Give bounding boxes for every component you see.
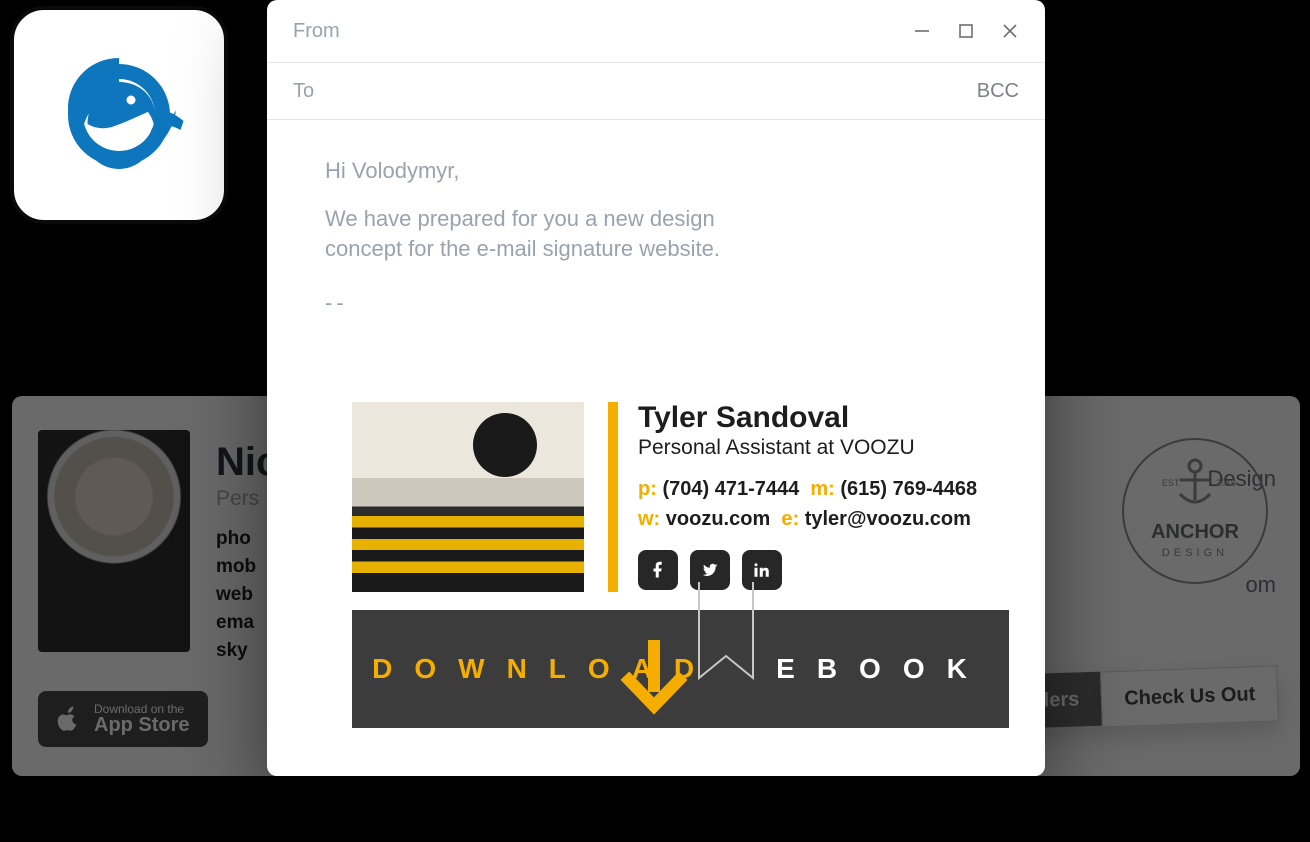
to-label: To: [293, 80, 314, 103]
compose-header: From: [267, 0, 1045, 63]
cta-button-light[interactable]: Check Us Out: [1100, 665, 1279, 727]
apple-icon: [56, 704, 82, 734]
logo-sub: DESIGN: [1162, 547, 1228, 559]
appstore-bottom: App Store: [94, 715, 190, 735]
banner-word-right: EBOOK: [776, 653, 989, 685]
email-signature: Tyler Sandoval Personal Assistant at VOO…: [352, 402, 1009, 592]
to-row[interactable]: To BCC: [267, 63, 1045, 120]
logo-year: 2019: [1216, 478, 1236, 488]
anchor-logo: EST. 2019 ANCHOR DESIGN: [1120, 436, 1270, 591]
signature-role: Personal Assistant at VOOZU: [638, 436, 977, 460]
minimize-icon[interactable]: [913, 22, 931, 40]
logo-name: ANCHOR: [1151, 521, 1239, 543]
accent-bar: [608, 402, 618, 592]
from-label: From: [293, 20, 340, 43]
body-text: We have prepared for you a new design co…: [325, 204, 745, 264]
mailbird-icon: [44, 40, 194, 190]
avatar: [38, 430, 190, 652]
compose-window: From To BCC Hi Volodymyr, We have prepar…: [267, 0, 1045, 776]
signature-divider: --: [325, 288, 987, 318]
contact-line-2: w: voozu.com e: tyler@voozu.com: [638, 504, 977, 534]
compose-body[interactable]: Hi Volodymyr, We have prepared for you a…: [267, 120, 1045, 318]
download-arrow-icon: [619, 640, 689, 724]
download-ebook-banner[interactable]: DOWNLOAD EBOOK: [352, 610, 1009, 728]
logo-est: EST.: [1162, 478, 1181, 488]
contact-line-1: p: (704) 471-7444 m: (615) 769-4468: [638, 474, 977, 504]
facebook-icon[interactable]: [638, 550, 678, 590]
close-icon[interactable]: [1001, 22, 1019, 40]
mailbird-tile[interactable]: Mailbird: [10, 6, 228, 224]
body-greeting: Hi Volodymyr,: [325, 156, 987, 186]
ribbon-icon: [693, 582, 759, 692]
signature-photo: [352, 402, 584, 592]
bcc-toggle[interactable]: BCC: [977, 80, 1019, 103]
maximize-icon[interactable]: [957, 22, 975, 40]
appstore-badge[interactable]: Download on the App Store: [38, 691, 208, 747]
signature-name: Tyler Sandoval: [638, 402, 977, 434]
